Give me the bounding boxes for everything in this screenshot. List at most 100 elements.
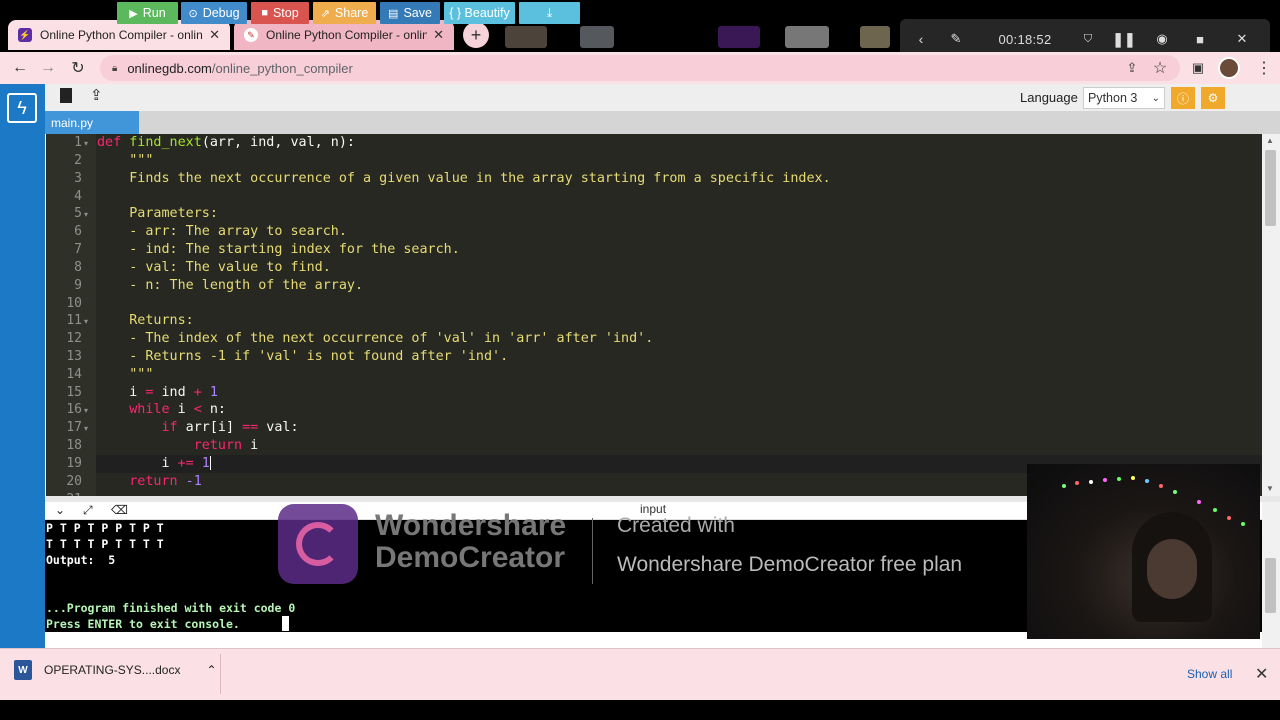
language-value: Python 3 [1088, 91, 1138, 105]
code-line: return -1 [97, 474, 202, 489]
code-line: - Returns -1 if 'val' is not found after… [97, 349, 509, 364]
close-tab-icon[interactable]: ✕ [433, 27, 444, 43]
close-icon[interactable]: ✕ [1255, 664, 1268, 684]
share-icon[interactable]: ⇪ [1120, 56, 1144, 80]
line-number: 18 [66, 438, 82, 453]
reload-icon[interactable]: ↻ [66, 56, 90, 80]
record-icon[interactable]: ◉ [1152, 31, 1172, 47]
chevron-left-icon[interactable]: ‹ [900, 31, 942, 47]
fold-arrow-icon[interactable]: ▾ [84, 139, 88, 148]
code-line: - ind: The starting index for the search… [97, 242, 460, 257]
clear-console-icon[interactable]: ⌫ [111, 503, 128, 517]
line-number: 10 [66, 296, 82, 311]
code-line: - arr: The array to search. [97, 224, 347, 239]
line-number: 16 [66, 402, 82, 417]
new-file-icon[interactable] [60, 88, 72, 103]
expand-icon[interactable]: ⤢ [83, 503, 93, 518]
pen-icon[interactable]: ✎ [942, 31, 970, 47]
beautify-button[interactable]: { } Beautify [444, 2, 515, 24]
language-select[interactable]: Python 3 ⌄ [1083, 87, 1165, 109]
watermark-plan: Wondershare DemoCreator free plan [617, 553, 963, 576]
console-line: Press ENTER to exit console. [46, 617, 240, 631]
forward-arrow-icon[interactable]: → [36, 56, 60, 80]
code-line: while i < n: [97, 402, 226, 417]
star-icon[interactable]: ☆ [1148, 56, 1172, 80]
scroll-down-icon[interactable]: ▼ [1266, 484, 1274, 493]
fold-arrow-icon[interactable]: ▾ [84, 317, 88, 326]
line-number: 1 [74, 135, 82, 150]
code-line: """ [97, 367, 154, 382]
page-scrollbar-thumb[interactable] [1265, 558, 1276, 613]
address-path: /online_python_compiler [211, 60, 353, 76]
close-tab-icon[interactable]: ✕ [209, 27, 220, 43]
debug-icon: ⊙ [188, 7, 198, 20]
file-tab-bar [45, 111, 1280, 134]
pen-icon: ✎ [244, 28, 258, 42]
tab-title: Online Python Compiler - online [40, 28, 204, 42]
back-arrow-icon[interactable]: ← [8, 56, 32, 80]
line-number: 15 [66, 385, 82, 400]
fold-arrow-icon[interactable]: ▾ [84, 210, 88, 219]
line-number: 5 [74, 206, 82, 221]
code-editor[interactable]: 1▾2345▾67891011▾1213141516▾17▾18192021 d… [46, 134, 1262, 496]
avatar[interactable] [1218, 57, 1240, 79]
menu-dots-icon[interactable]: ⋮ [1252, 56, 1276, 80]
code-line: - n: The length of the array. [97, 278, 364, 293]
console-line: Output: 5 [46, 553, 116, 567]
line-number: 6 [74, 224, 82, 239]
share-icon: ⇗ [320, 7, 330, 20]
watermark-brand: Wondershare DemoCreator [375, 509, 567, 574]
download-filename: OPERATING-SYS....docx [44, 663, 181, 677]
address-bar[interactable]: 🔒︎ onlinegdb.com/online_python_compiler [100, 55, 1180, 81]
upload-icon[interactable]: ⇪ [90, 86, 103, 104]
new-tab-button[interactable]: + [463, 22, 489, 48]
pause-icon[interactable]: ❚❚ [1096, 31, 1152, 48]
thumbnail-image [505, 26, 547, 48]
browser-tab-1[interactable]: ⚡ Online Python Compiler - online ✕ [8, 20, 230, 50]
console-cursor [282, 616, 289, 631]
stop-icon: ■ [261, 7, 268, 19]
debug-label: Debug [202, 6, 240, 20]
side-panel-icon[interactable]: ▣ [1186, 56, 1210, 80]
download-item[interactable]: W OPERATING-SYS....docx ⌃ [14, 660, 217, 680]
line-number: 4 [74, 189, 82, 204]
chevron-up-icon[interactable]: ⌃ [206, 663, 216, 677]
code-line: i = ind + 1 [97, 385, 218, 400]
close-icon[interactable]: ✕ [1228, 31, 1256, 47]
file-tab-main[interactable]: main.py [45, 111, 139, 134]
info-icon[interactable]: ⓘ [1171, 87, 1195, 109]
lightning-icon[interactable]: ϟ [7, 93, 37, 123]
line-number: 20 [66, 474, 82, 489]
stop-label: Stop [272, 6, 299, 20]
code-line: Returns: [97, 313, 194, 328]
play-icon: ▶ [129, 7, 138, 20]
webcam-overlay [1027, 464, 1260, 639]
shield-icon[interactable]: ⛉ [1080, 33, 1096, 46]
thumbnail-image [860, 26, 890, 48]
code-line: i += 1 [97, 456, 211, 471]
code-line: - The index of the next occurrence of 'v… [97, 331, 654, 346]
stop-button[interactable]: ■ Stop [251, 2, 309, 24]
thumbnail-image [785, 26, 829, 48]
show-all-button[interactable]: Show all [1187, 667, 1232, 681]
stop-icon[interactable]: ■ [1172, 32, 1228, 47]
fold-arrow-icon[interactable]: ▾ [84, 424, 88, 433]
fold-arrow-icon[interactable]: ▾ [84, 406, 88, 415]
console-line: P T P T P P T P T [46, 521, 164, 535]
editor-scrollbar-thumb[interactable] [1265, 150, 1276, 226]
share-label: Share [334, 6, 369, 20]
save-label: Save [403, 6, 432, 20]
download-divider [220, 654, 221, 694]
share-button[interactable]: ⇗ Share [313, 2, 376, 24]
line-number: 17 [66, 420, 82, 435]
debug-button[interactable]: ⊙ Debug [181, 2, 247, 24]
browser-tab-2[interactable]: ✎ Online Python Compiler - online ✕ [234, 20, 454, 50]
chevron-down-icon[interactable]: ⌄ [55, 503, 65, 517]
line-number: 19 [66, 456, 82, 471]
gear-icon[interactable]: ⚙ [1201, 87, 1225, 109]
scroll-up-icon[interactable]: ▲ [1266, 136, 1274, 145]
code-line: Finds the next occurrence of a given val… [97, 171, 831, 186]
download-button[interactable]: ⤓ [519, 2, 580, 24]
save-button[interactable]: ▤ Save [380, 2, 440, 24]
run-button[interactable]: ▶ Run [117, 2, 178, 24]
